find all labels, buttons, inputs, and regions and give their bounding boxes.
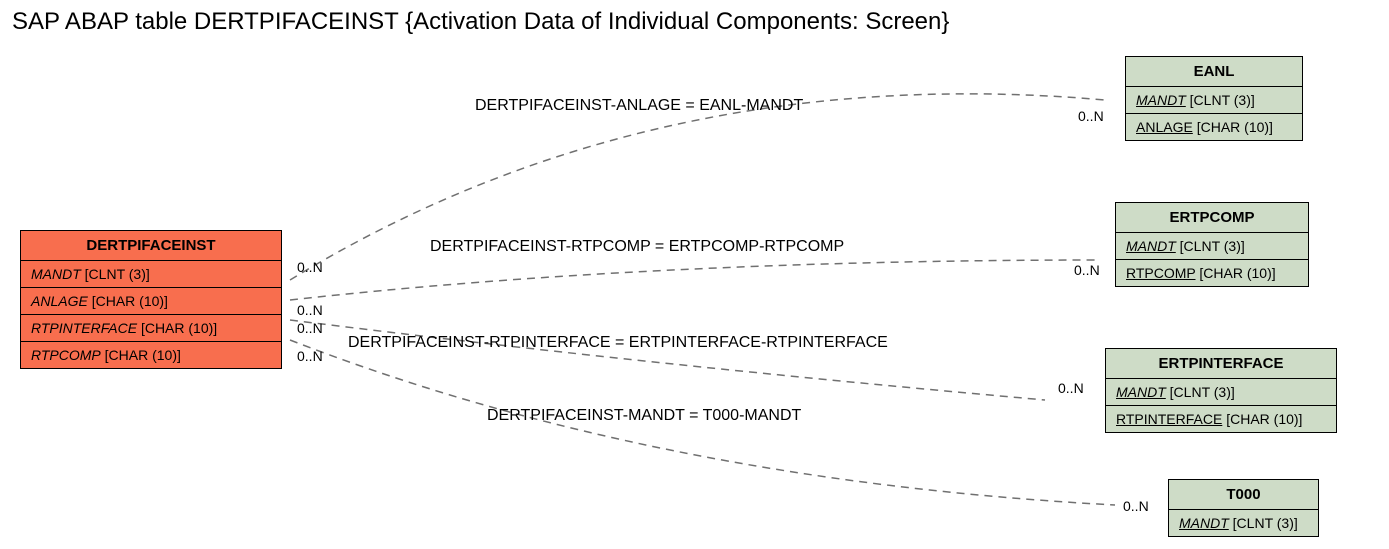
entity-field: ANLAGE [CHAR (10)] (21, 288, 281, 315)
entity-header: EANL (1126, 57, 1302, 87)
relationship-label: DERTPIFACEINST-MANDT = T000-MANDT (487, 407, 801, 425)
cardinality-left: 0..N (297, 302, 323, 318)
entity-header: ERTPINTERFACE (1106, 349, 1336, 379)
entity-header: DERTPIFACEINST (21, 231, 281, 261)
entity-ertpinterface: ERTPINTERFACE MANDT [CLNT (3)] RTPINTERF… (1105, 348, 1337, 433)
entity-eanl: EANL MANDT [CLNT (3)] ANLAGE [CHAR (10)] (1125, 56, 1303, 141)
entity-field: RTPCOMP [CHAR (10)] (21, 342, 281, 368)
entity-field: RTPINTERFACE [CHAR (10)] (1106, 406, 1336, 432)
entity-field: MANDT [CLNT (3)] (1116, 233, 1308, 260)
page-title: SAP ABAP table DERTPIFACEINST {Activatio… (12, 8, 949, 36)
entity-field: MANDT [CLNT (3)] (1106, 379, 1336, 406)
entity-header: ERTPCOMP (1116, 203, 1308, 233)
entity-dertpifaceinst: DERTPIFACEINST MANDT [CLNT (3)] ANLAGE [… (20, 230, 282, 369)
entity-field: RTPINTERFACE [CHAR (10)] (21, 315, 281, 342)
entity-t000: T000 MANDT [CLNT (3)] (1168, 479, 1319, 537)
entity-header: T000 (1169, 480, 1318, 510)
relationship-label: DERTPIFACEINST-RTPINTERFACE = ERTPINTERF… (348, 334, 888, 352)
cardinality-right: 0..N (1058, 380, 1084, 396)
cardinality-left: 0..N (297, 348, 323, 364)
entity-field: RTPCOMP [CHAR (10)] (1116, 260, 1308, 286)
relationship-label: DERTPIFACEINST-ANLAGE = EANL-MANDT (475, 97, 803, 115)
cardinality-right: 0..N (1074, 262, 1100, 278)
cardinality-left: 0..N (297, 320, 323, 336)
cardinality-right: 0..N (1123, 498, 1149, 514)
entity-field: MANDT [CLNT (3)] (21, 261, 281, 288)
cardinality-right: 0..N (1078, 108, 1104, 124)
entity-field: MANDT [CLNT (3)] (1169, 510, 1318, 536)
entity-field: MANDT [CLNT (3)] (1126, 87, 1302, 114)
entity-ertpcomp: ERTPCOMP MANDT [CLNT (3)] RTPCOMP [CHAR … (1115, 202, 1309, 287)
relationship-label: DERTPIFACEINST-RTPCOMP = ERTPCOMP-RTPCOM… (430, 238, 844, 256)
cardinality-left: 0..N (297, 259, 323, 275)
entity-field: ANLAGE [CHAR (10)] (1126, 114, 1302, 140)
